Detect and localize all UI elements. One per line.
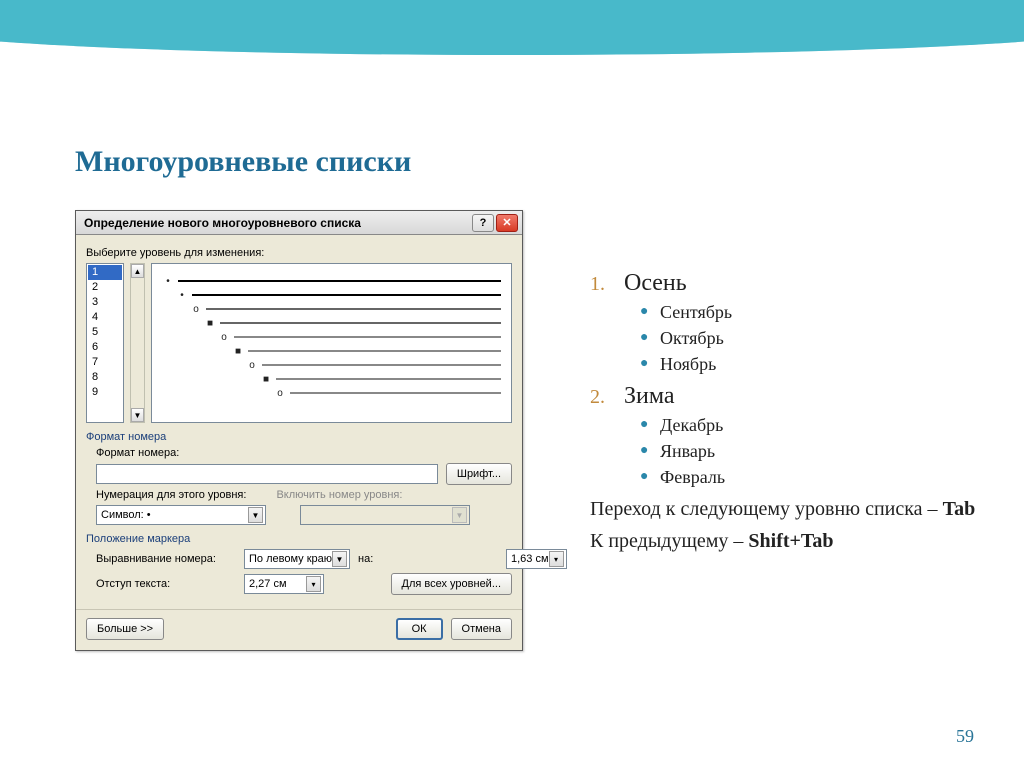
bullet-icon: ● (640, 351, 660, 377)
list-item: 1. Осень (590, 270, 984, 297)
cancel-button[interactable]: Отмена (451, 618, 512, 640)
example-content: 1. Осень ●Сентябрь ●Октябрь ●Ноябрь 2. З… (590, 270, 984, 554)
bullet-icon: ● (640, 464, 660, 490)
level-scrollbar[interactable]: ▲ ▼ (130, 263, 145, 423)
list-preview: • • o ■ o ■ o ■ o (151, 263, 512, 423)
scroll-up-icon[interactable]: ▲ (131, 264, 144, 278)
position-section-title: Положение маркера (86, 533, 512, 545)
slide-title: Многоуровневые списки (75, 145, 411, 179)
list-subitem: ●Декабрь (640, 412, 984, 438)
at-label: на: (358, 553, 498, 565)
level-item[interactable]: 8 (88, 370, 122, 385)
include-level-select: ▼ (300, 505, 470, 525)
dialog-titlebar[interactable]: Определение нового многоуровневого списк… (76, 211, 522, 235)
chevron-down-icon: ▼ (332, 551, 347, 567)
close-button[interactable]: ✕ (496, 214, 518, 232)
number-format-input[interactable] (96, 464, 438, 484)
include-level-label: Включить номер уровня: (276, 489, 416, 501)
list-subitem: ●Сентябрь (640, 299, 984, 325)
help-button[interactable]: ? (472, 214, 494, 232)
level-item[interactable]: 7 (88, 355, 122, 370)
level-select-label: Выберите уровень для изменения: (86, 247, 512, 259)
indent-spinner[interactable]: 2,27 см ▾ (244, 574, 324, 594)
alignment-label: Выравнивание номера: (96, 553, 236, 565)
scroll-down-icon[interactable]: ▼ (131, 408, 144, 422)
list-subitem: ●Ноябрь (640, 351, 984, 377)
page-number: 59 (956, 726, 974, 747)
chevron-down-icon: ▼ (248, 507, 263, 523)
level-item[interactable]: 6 (88, 340, 122, 355)
numbering-label: Нумерация для этого уровня: (96, 489, 246, 501)
level-item[interactable]: 5 (88, 325, 122, 340)
format-section-title: Формат номера (86, 431, 512, 443)
level-listbox[interactable]: 1 2 3 4 5 6 7 8 9 (86, 263, 124, 423)
list-subitem: ●Февраль (640, 464, 984, 490)
spinner-icon: ▾ (306, 576, 321, 592)
indent-label: Отступ текста: (96, 578, 236, 590)
level-item[interactable]: 3 (88, 295, 122, 310)
chevron-down-icon: ▼ (452, 507, 467, 523)
level-item[interactable]: 1 (88, 265, 122, 280)
level-item[interactable]: 9 (88, 385, 122, 400)
hint-text: К предыдущему – Shift+Tab (590, 528, 984, 554)
bullet-icon: ● (640, 299, 660, 325)
bullet-icon: ● (640, 412, 660, 438)
level-item[interactable]: 4 (88, 310, 122, 325)
alignment-select[interactable]: По левому краю ▼ (244, 549, 350, 569)
list-item: 2. Зима (590, 383, 984, 410)
all-levels-button[interactable]: Для всех уровней... (391, 573, 513, 595)
font-button[interactable]: Шрифт... (446, 463, 512, 485)
ok-button[interactable]: ОК (396, 618, 443, 640)
list-subitem: ●Январь (640, 438, 984, 464)
level-item[interactable]: 2 (88, 280, 122, 295)
format-label: Формат номера: (96, 447, 512, 459)
decorative-waves (0, 0, 1024, 120)
bullet-icon: ● (640, 438, 660, 464)
dialog-title: Определение нового многоуровневого списк… (84, 216, 361, 230)
numbering-select[interactable]: Символ: • ▼ (96, 505, 266, 525)
at-spinner[interactable]: 1,63 см ▾ (506, 549, 567, 569)
more-button[interactable]: Больше >> (86, 618, 164, 640)
hint-text: Переход к следующему уровню списка – Tab (590, 496, 984, 522)
bullet-icon: ● (640, 325, 660, 351)
spinner-icon: ▾ (549, 551, 564, 567)
list-subitem: ●Октябрь (640, 325, 984, 351)
multilevel-list-dialog: Определение нового многоуровневого списк… (75, 210, 523, 651)
